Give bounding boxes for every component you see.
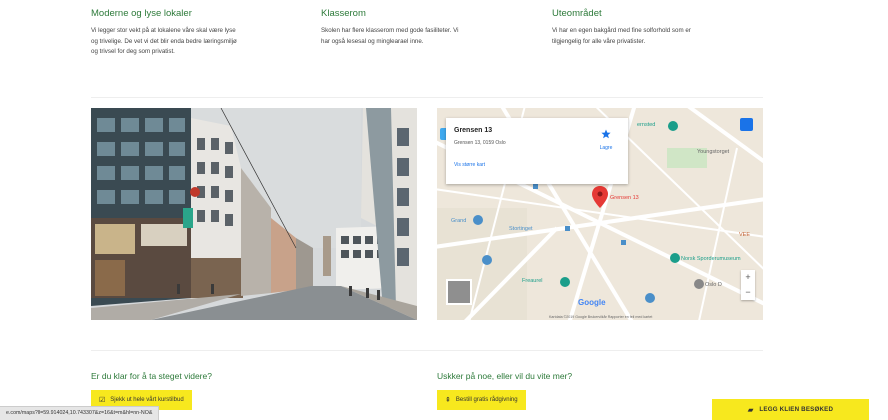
zoom-in-button[interactable]: + xyxy=(741,270,755,285)
google-logo: Google xyxy=(578,298,606,307)
cta-courses: Er du klar for å ta steget videre? xyxy=(91,371,212,381)
larger-map-link[interactable]: Vis større kart xyxy=(454,162,485,168)
map-label-museum: Norsk Sporderumuseum xyxy=(681,256,741,262)
map-label-stortinget: Stortinget xyxy=(509,226,533,232)
floating-cta-label: LEGG KLIEN BESØKED xyxy=(759,406,834,413)
place-info-card: Grensen 13 Grensen 13, 0159 Oslo Vis stø… xyxy=(446,118,628,184)
book-guidance-button[interactable]: ⇞ Bestill gratis rådgivning xyxy=(437,390,526,410)
view-courses-label: Sjekk ut hele vårt kurstilbud xyxy=(110,397,184,403)
save-button[interactable]: Lagre xyxy=(594,126,618,151)
floating-cta-button[interactable]: ▰ LEGG KLIEN BESØKED xyxy=(712,399,869,420)
feature-text: Vi legger stor vekt på at lokalene våre … xyxy=(91,27,237,55)
map-label-freaurel: Freaurel xyxy=(522,278,543,284)
signpost-icon: ⇞ xyxy=(445,397,451,404)
location-map[interactable]: Grensen 13 Youngstorget Grand Stortinget… xyxy=(437,108,763,320)
pin-label: Grensen 13 xyxy=(610,195,639,201)
feature-title: Moderne og lyse lokaler xyxy=(91,8,192,19)
zoom-controls: + − xyxy=(741,270,755,300)
map-label-oslo: Oslo D xyxy=(705,282,722,288)
save-label: Lagre xyxy=(599,145,613,151)
checkbox-icon: ☑ xyxy=(99,397,106,404)
section-divider xyxy=(91,350,763,351)
cta-guidance: Uskker på noe, eller vil du vite mer? xyxy=(437,371,572,381)
zoom-out-button[interactable]: − xyxy=(741,285,755,300)
street-photo xyxy=(91,108,417,320)
chat-icon: ▰ xyxy=(747,406,754,414)
section-divider xyxy=(91,97,763,98)
cta-heading: Er du klar for å ta steget videre? xyxy=(91,371,212,381)
save-place-icon[interactable] xyxy=(740,118,753,131)
status-bar-url: e.com/maps?ll=59.914024,10.743307&z=16&t… xyxy=(0,406,160,420)
map-label-ernsted: ernsted xyxy=(637,122,656,128)
place-name: Grensen 13 xyxy=(454,127,493,134)
feature-text: Vi har en egen bakgård med fine solforho… xyxy=(552,27,691,45)
map-attribution: Kartdata ©2019 Google Brukervilkår Rappo… xyxy=(549,315,653,319)
feature-title: Uteområdet xyxy=(552,8,602,19)
feature-outdoor-area: Uteområdet Vi har en egen bakgård med fi… xyxy=(552,8,767,47)
street-view-thumbnail[interactable] xyxy=(446,279,472,305)
feature-title: Klasserom xyxy=(321,8,366,19)
features-section: Moderne og lyse lokaler Vi legger stor v… xyxy=(91,8,771,68)
map-label-grand: Grand xyxy=(451,218,467,224)
map-label-vee: VEE xyxy=(739,232,751,238)
street-photo-illustration xyxy=(91,108,417,320)
feature-classrooms: Klasserom Skolen har flere klasserom med… xyxy=(321,8,536,47)
book-guidance-label: Bestill gratis rådgivning xyxy=(455,397,518,403)
feature-text: Skolen har flere klasserom med gode fasi… xyxy=(321,27,459,45)
cta-heading: Uskker på noe, eller vil du vite mer? xyxy=(437,371,573,381)
feature-modern-premises: Moderne og lyse lokaler Vi legger stor v… xyxy=(91,8,306,58)
star-icon xyxy=(601,129,611,139)
place-address: Grensen 13, 0159 Oslo xyxy=(454,140,506,146)
map-label-youngstorget: Youngstorget xyxy=(697,149,730,155)
